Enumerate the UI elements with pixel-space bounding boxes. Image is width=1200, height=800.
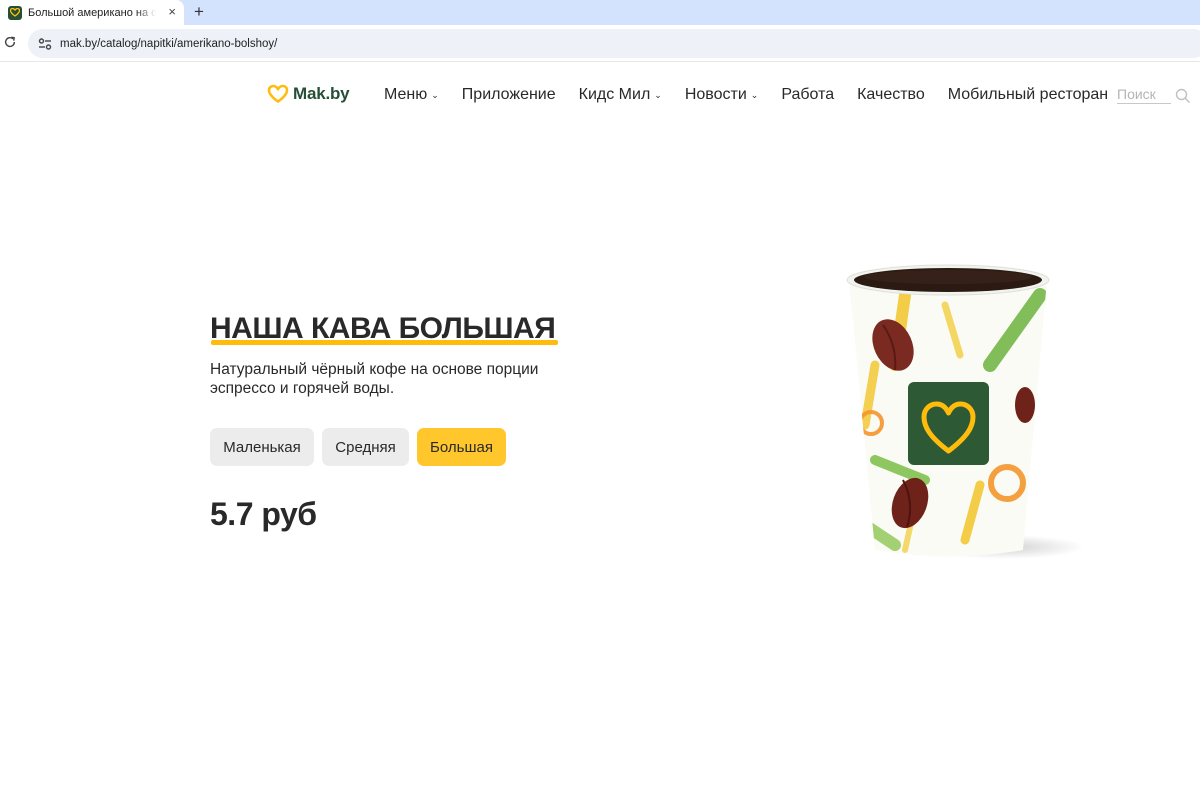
reload-icon[interactable] (3, 35, 17, 49)
size-button-medium[interactable]: Средняя (322, 428, 409, 466)
product-price: 5.7 руб (210, 496, 317, 532)
coffee-cup-image (846, 264, 1085, 559)
site-settings-icon[interactable] (37, 36, 53, 52)
nav-item-jobs[interactable]: Работа (781, 86, 834, 104)
logo-text: Mak.by (293, 84, 350, 103)
chevron-down-icon: ⌄ (654, 89, 662, 100)
chevron-down-icon: ⌄ (431, 89, 439, 100)
url-text[interactable]: mak.by/catalog/napitki/amerikano-bolshoy… (60, 38, 277, 50)
product-title: НАША КАВА БОЛЬШАЯ (210, 312, 556, 346)
nav-item-menu[interactable]: Меню ⌄ (384, 86, 439, 104)
nav-label: Приложение (461, 86, 556, 103)
nav-label: Кидс Мил (578, 86, 651, 103)
nav-item-app[interactable]: Приложение (462, 86, 556, 104)
heart-logo-icon (267, 84, 289, 103)
site-logo[interactable]: Mak.by (267, 84, 350, 104)
main-nav: Меню ⌄ Приложение Кидс Мил ⌄ Новости ⌄ Р… (384, 86, 1108, 104)
new-tab-button[interactable]: + (190, 2, 208, 22)
size-button-small[interactable]: Маленькая (210, 428, 314, 466)
size-selector: Маленькая Средняя Большая (210, 428, 514, 466)
nav-item-mobile-restaurant[interactable]: Мобильный ресторан (948, 86, 1108, 104)
nav-item-quality[interactable]: Качество (857, 86, 925, 104)
nav-item-news[interactable]: Новости ⌄ (685, 86, 758, 104)
site-header: Mak.by Меню ⌄ Приложение Кидс Мил ⌄ Ново… (0, 62, 1200, 128)
nav-label: Меню (384, 86, 428, 103)
product-title-text: НАША КАВА БОЛЬШАЯ (210, 312, 556, 345)
address-bar: mak.by/catalog/napitki/amerikano-bolshoy… (0, 25, 1200, 62)
tab-close-icon[interactable]: × (168, 4, 176, 20)
search (1117, 86, 1200, 106)
search-input[interactable] (1117, 86, 1171, 104)
nav-item-kids-meal[interactable]: Кидс Мил ⌄ (579, 86, 662, 104)
mak-heart-icon (8, 5, 22, 20)
nav-label: Мобильный ресторан (947, 86, 1109, 103)
omnibox[interactable]: mak.by/catalog/napitki/amerikano-bolshoy… (28, 29, 1200, 58)
chevron-down-icon: ⌄ (750, 89, 759, 100)
nav-label: Работа (781, 86, 835, 103)
nav-label: Качество (857, 86, 925, 103)
browser-tab-bar: Большой американо на осн × + (0, 0, 1200, 25)
size-button-large[interactable]: Большая (417, 428, 506, 466)
nav-label: Новости (684, 86, 747, 103)
browser-tab[interactable]: Большой американо на осн × (0, 0, 184, 25)
product-description: Натуральный чёрный кофе на основе порции… (210, 361, 539, 397)
search-icon[interactable] (1175, 88, 1191, 104)
tab-title: Большой американо на осн (28, 6, 156, 19)
